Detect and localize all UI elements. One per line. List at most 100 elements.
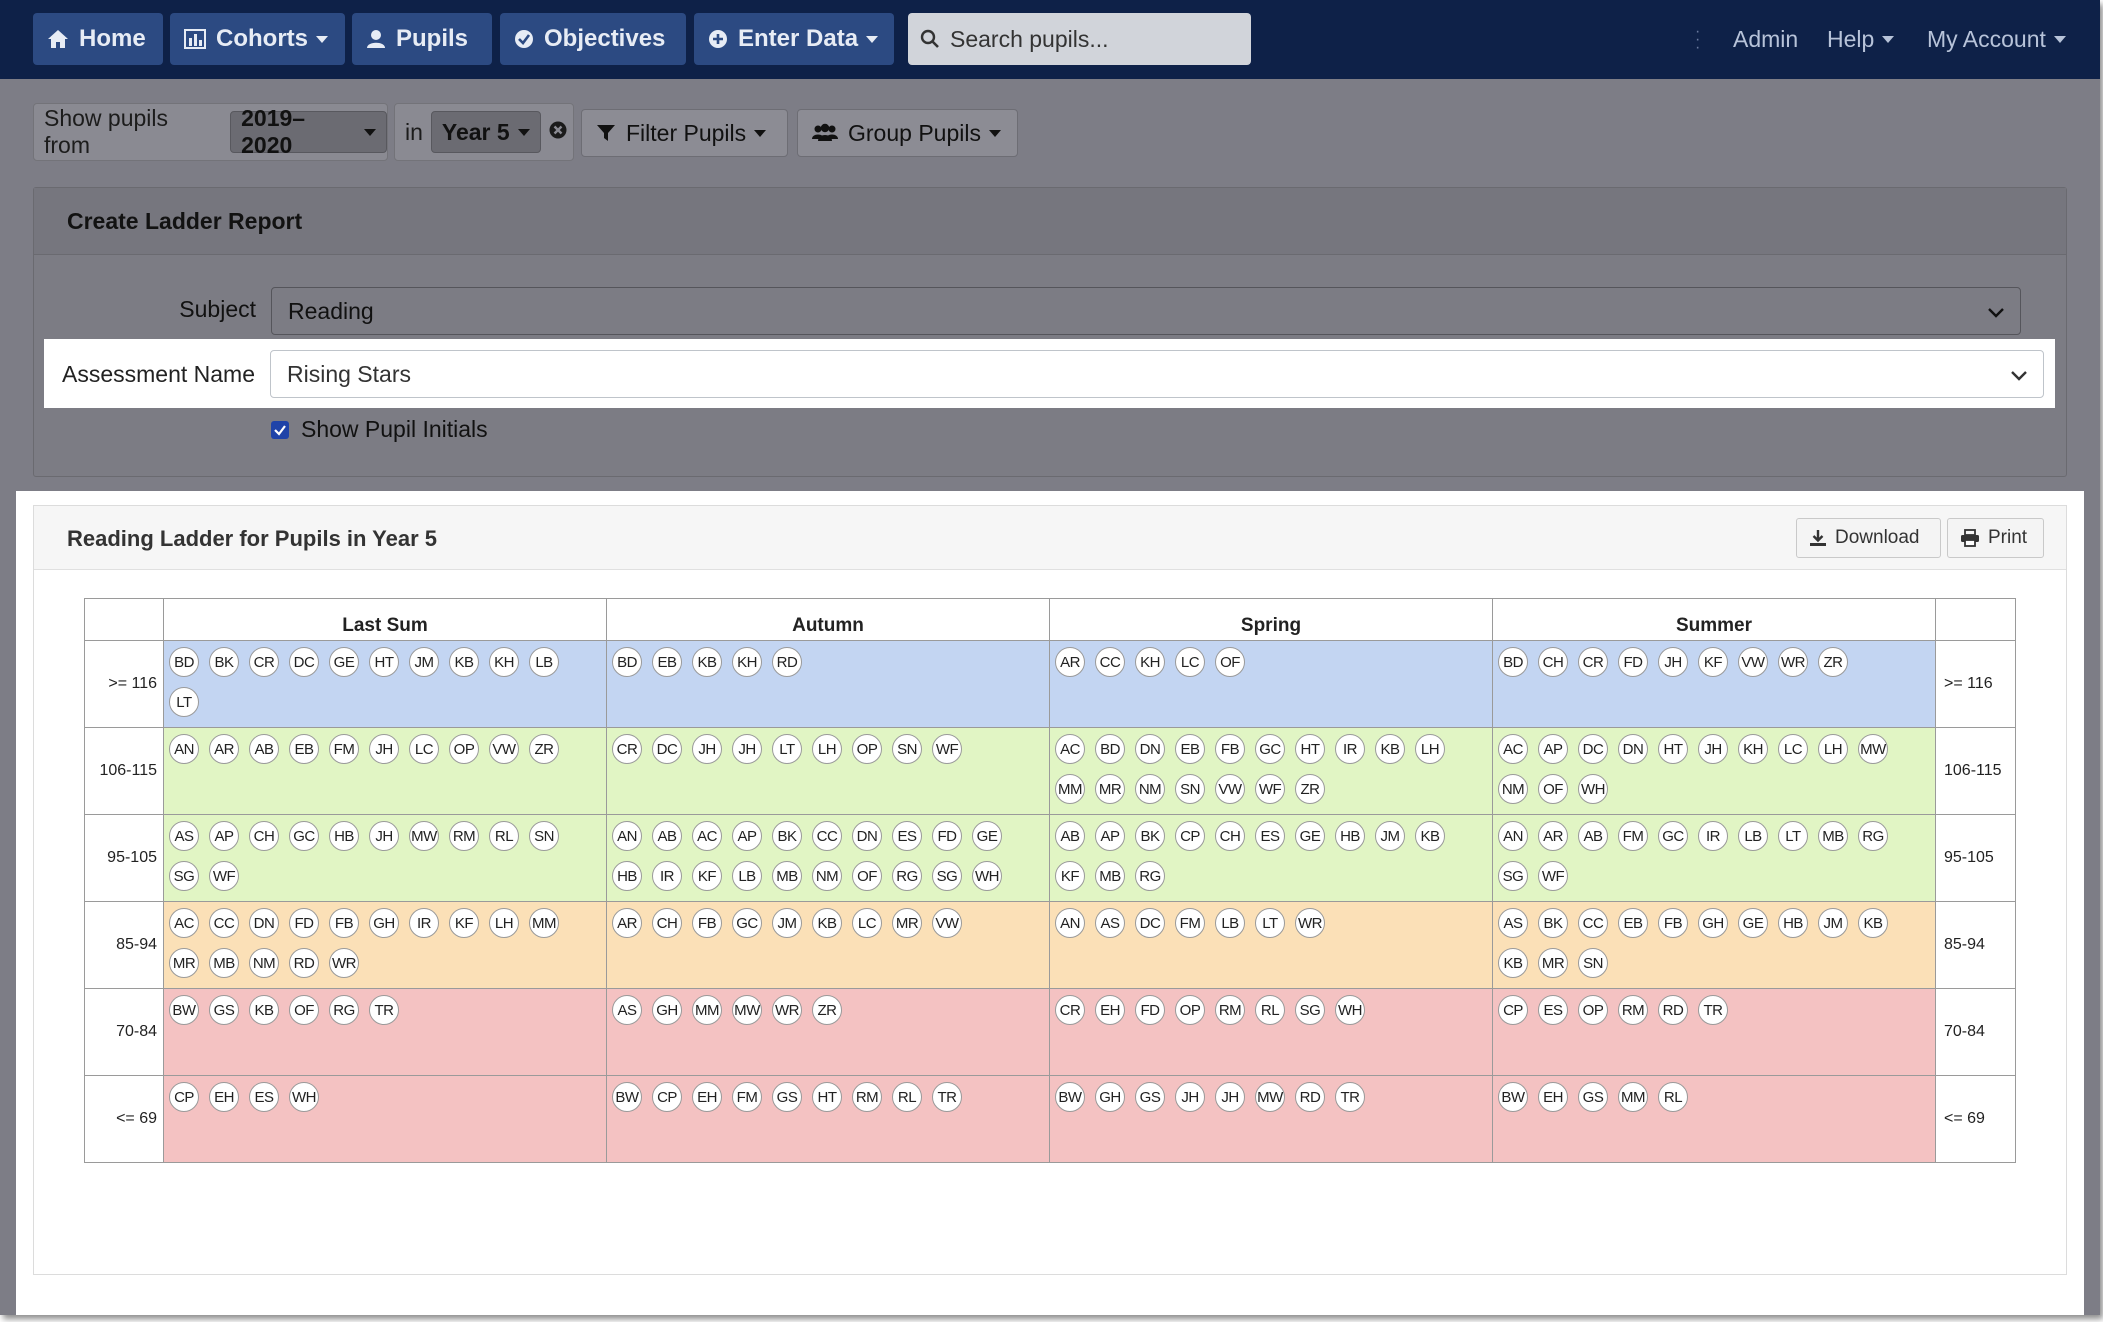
- pupil-initials-badge[interactable]: KF: [1055, 861, 1085, 891]
- filter-pupils-button[interactable]: Filter Pupils: [581, 109, 788, 157]
- pupil-initials-badge[interactable]: CH: [1215, 821, 1245, 851]
- pupil-initials-badge[interactable]: AS: [1095, 908, 1125, 938]
- pupil-initials-badge[interactable]: GH: [1698, 908, 1728, 938]
- pupil-initials-badge[interactable]: JH: [369, 821, 399, 851]
- pupil-initials-badge[interactable]: WF: [1255, 774, 1285, 804]
- pupil-initials-badge[interactable]: SN: [1175, 774, 1205, 804]
- pupil-initials-badge[interactable]: KB: [249, 995, 279, 1025]
- pupil-initials-badge[interactable]: AC: [169, 908, 199, 938]
- pupil-initials-badge[interactable]: AN: [169, 734, 199, 764]
- pupil-initials-badge[interactable]: GS: [772, 1082, 802, 1112]
- pupil-initials-badge[interactable]: GC: [1255, 734, 1285, 764]
- pupil-initials-badge[interactable]: WF: [209, 861, 239, 891]
- pupil-initials-badge[interactable]: BW: [1498, 1082, 1528, 1112]
- pupil-initials-badge[interactable]: FB: [329, 908, 359, 938]
- pupil-initials-badge[interactable]: BK: [209, 647, 239, 677]
- pupil-initials-badge[interactable]: LC: [852, 908, 882, 938]
- pupil-initials-badge[interactable]: OF: [1538, 774, 1568, 804]
- pupil-initials-badge[interactable]: ES: [892, 821, 922, 851]
- pupil-initials-badge[interactable]: GE: [972, 821, 1002, 851]
- pupil-initials-badge[interactable]: TR: [932, 1082, 962, 1112]
- pupil-initials-badge[interactable]: CC: [812, 821, 842, 851]
- pupil-initials-badge[interactable]: NM: [1135, 774, 1165, 804]
- pupil-initials-badge[interactable]: HB: [1335, 821, 1365, 851]
- pupil-initials-badge[interactable]: AB: [1055, 821, 1085, 851]
- pupil-initials-badge[interactable]: JH: [1175, 1082, 1205, 1112]
- pupil-initials-badge[interactable]: RD: [289, 948, 319, 978]
- pupil-initials-badge[interactable]: WR: [1778, 647, 1808, 677]
- pupil-initials-badge[interactable]: KB: [1498, 948, 1528, 978]
- pupil-initials-badge[interactable]: LB: [1215, 908, 1245, 938]
- assessment-name-select[interactable]: Rising Stars: [270, 350, 2044, 398]
- pupil-initials-badge[interactable]: ES: [1538, 995, 1568, 1025]
- pupil-initials-badge[interactable]: ES: [1255, 821, 1285, 851]
- pupil-initials-badge[interactable]: IR: [409, 908, 439, 938]
- pupil-initials-badge[interactable]: CR: [249, 647, 279, 677]
- pupil-initials-badge[interactable]: BD: [169, 647, 199, 677]
- pupil-initials-badge[interactable]: BW: [612, 1082, 642, 1112]
- pupil-initials-badge[interactable]: OP: [1578, 995, 1608, 1025]
- pupil-initials-badge[interactable]: MW: [732, 995, 762, 1025]
- pupil-initials-badge[interactable]: AP: [1095, 821, 1125, 851]
- pupil-initials-badge[interactable]: RM: [1215, 995, 1245, 1025]
- pupil-initials-badge[interactable]: HT: [1658, 734, 1688, 764]
- pupil-initials-badge[interactable]: FD: [932, 821, 962, 851]
- pupil-initials-badge[interactable]: FM: [329, 734, 359, 764]
- pupil-initials-badge[interactable]: IR: [1698, 821, 1728, 851]
- pupil-initials-badge[interactable]: GE: [329, 647, 359, 677]
- pupil-initials-badge[interactable]: KB: [812, 908, 842, 938]
- pupil-initials-badge[interactable]: CR: [612, 734, 642, 764]
- pupil-initials-badge[interactable]: EB: [289, 734, 319, 764]
- nav-admin-link[interactable]: Admin: [1733, 0, 1798, 79]
- pupil-initials-badge[interactable]: DN: [852, 821, 882, 851]
- pupil-initials-badge[interactable]: LB: [529, 647, 559, 677]
- nav-enter-data-button[interactable]: Enter Data: [694, 13, 894, 65]
- pupil-initials-badge[interactable]: JM: [772, 908, 802, 938]
- pupil-initials-badge[interactable]: NM: [812, 861, 842, 891]
- pupil-initials-badge[interactable]: CP: [1175, 821, 1205, 851]
- pupil-initials-badge[interactable]: CP: [652, 1082, 682, 1112]
- pupil-initials-badge[interactable]: FM: [1175, 908, 1205, 938]
- pupil-initials-badge[interactable]: GC: [732, 908, 762, 938]
- group-pupils-button[interactable]: Group Pupils: [797, 109, 1018, 157]
- pupil-initials-badge[interactable]: TR: [1698, 995, 1728, 1025]
- pupil-initials-badge[interactable]: SN: [892, 734, 922, 764]
- pupil-initials-badge[interactable]: OP: [852, 734, 882, 764]
- nav-home-button[interactable]: Home: [33, 13, 163, 65]
- pupil-initials-badge[interactable]: AB: [1578, 821, 1608, 851]
- pupil-initials-badge[interactable]: FM: [1618, 821, 1648, 851]
- pupil-initials-badge[interactable]: IR: [652, 861, 682, 891]
- pupil-initials-badge[interactable]: KH: [1135, 647, 1165, 677]
- pupil-initials-badge[interactable]: JM: [409, 647, 439, 677]
- pupil-initials-badge[interactable]: AN: [1498, 821, 1528, 851]
- pupil-initials-badge[interactable]: AP: [209, 821, 239, 851]
- pupil-initials-badge[interactable]: AS: [612, 995, 642, 1025]
- pupil-initials-badge[interactable]: GS: [209, 995, 239, 1025]
- pupil-initials-badge[interactable]: BD: [612, 647, 642, 677]
- pupil-initials-badge[interactable]: FD: [1618, 647, 1648, 677]
- pupil-initials-badge[interactable]: MM: [1618, 1082, 1648, 1112]
- pupil-initials-badge[interactable]: RL: [892, 1082, 922, 1112]
- pupil-initials-badge[interactable]: VW: [1738, 647, 1768, 677]
- pupil-initials-badge[interactable]: CH: [249, 821, 279, 851]
- pupil-initials-badge[interactable]: JM: [1375, 821, 1405, 851]
- pupil-initials-badge[interactable]: IR: [1335, 734, 1365, 764]
- pupil-initials-badge[interactable]: BK: [1538, 908, 1568, 938]
- nav-pupils-button[interactable]: Pupils: [352, 13, 492, 65]
- pupil-initials-badge[interactable]: WF: [1538, 861, 1568, 891]
- print-button[interactable]: Print: [1947, 518, 2044, 558]
- pupil-initials-badge[interactable]: LH: [1415, 734, 1445, 764]
- pupil-initials-badge[interactable]: CH: [1538, 647, 1568, 677]
- pupil-initials-badge[interactable]: RM: [449, 821, 479, 851]
- pupil-initials-badge[interactable]: AR: [612, 908, 642, 938]
- pupil-initials-badge[interactable]: GC: [289, 821, 319, 851]
- clear-icon[interactable]: [549, 121, 567, 144]
- pupil-initials-badge[interactable]: EH: [1538, 1082, 1568, 1112]
- pupil-initials-badge[interactable]: OF: [852, 861, 882, 891]
- pupil-initials-badge[interactable]: AC: [1498, 734, 1528, 764]
- pupil-initials-badge[interactable]: SG: [169, 861, 199, 891]
- pupil-initials-badge[interactable]: RG: [892, 861, 922, 891]
- pupil-initials-badge[interactable]: KH: [1738, 734, 1768, 764]
- pupil-initials-badge[interactable]: WH: [289, 1082, 319, 1112]
- pupil-initials-badge[interactable]: DC: [652, 734, 682, 764]
